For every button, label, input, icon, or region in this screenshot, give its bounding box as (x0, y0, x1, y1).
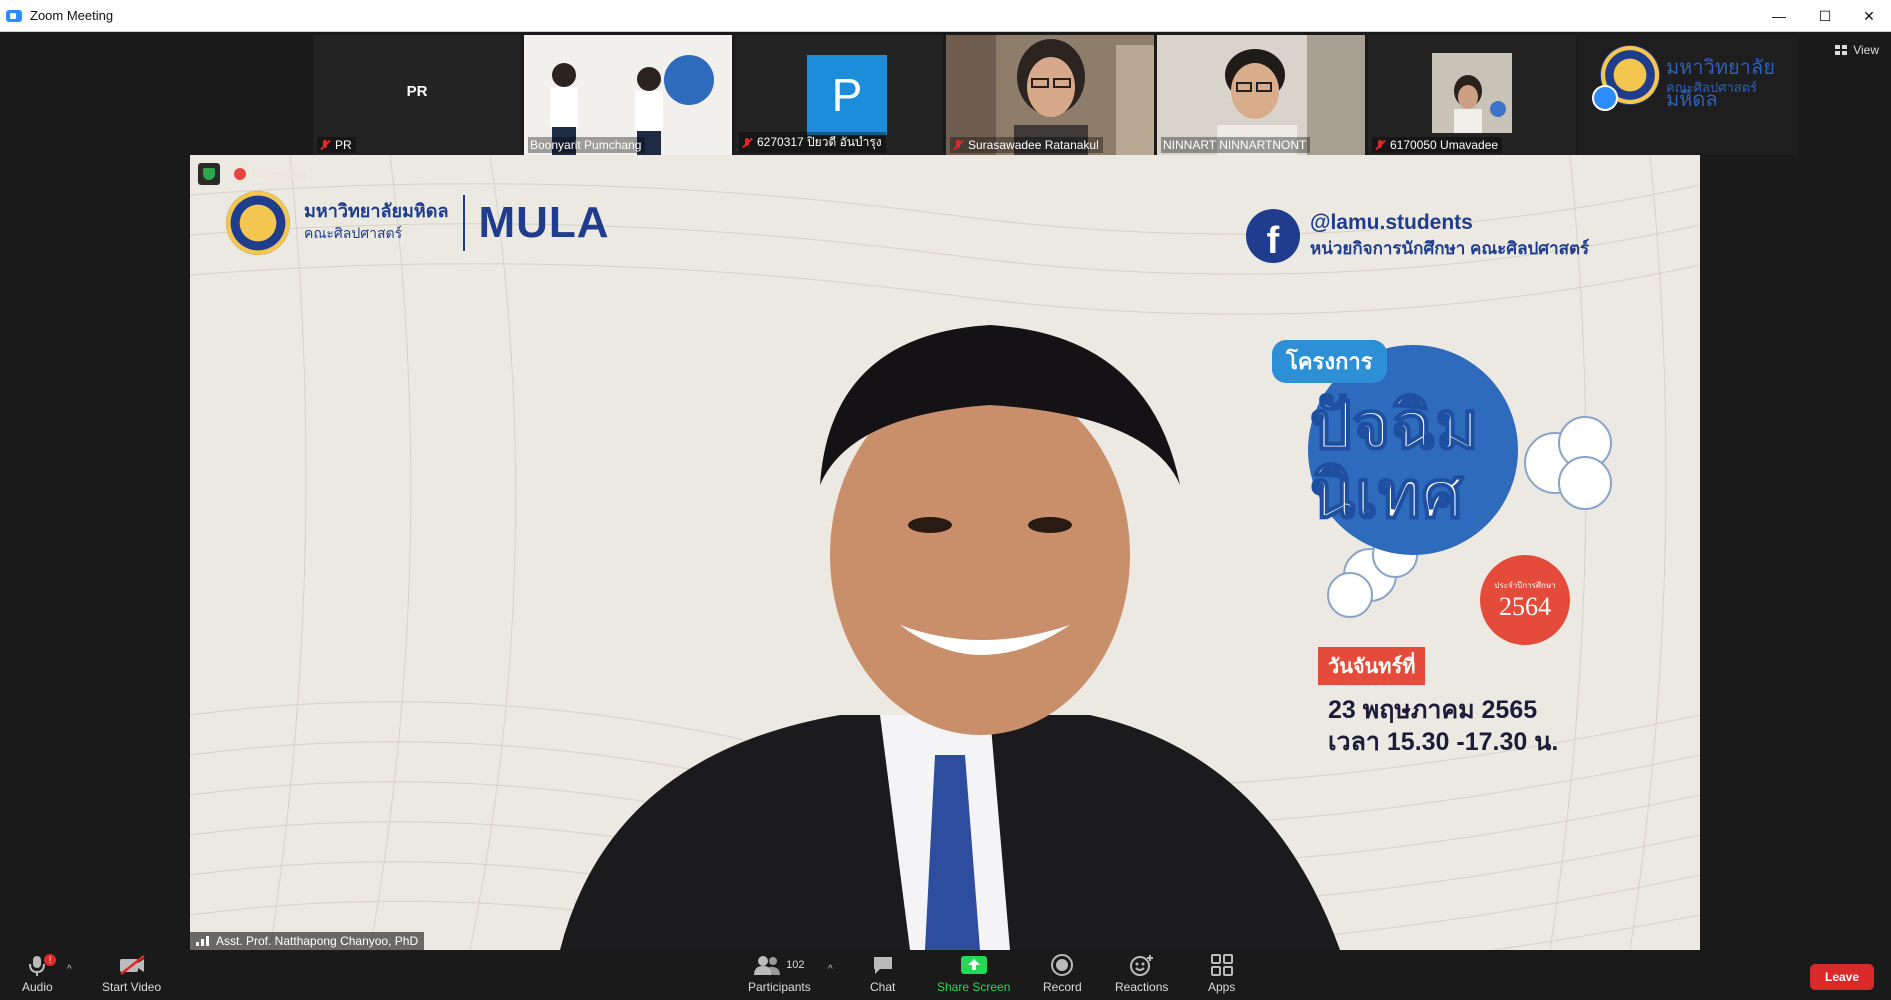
participant-tile[interactable]: NINNART NINNARTNONT (1157, 35, 1365, 155)
chat-button[interactable]: Chat (870, 954, 895, 994)
apps-button[interactable]: Apps (1208, 954, 1235, 994)
video-off-icon (118, 954, 146, 976)
start-video-label: Start Video (102, 980, 162, 994)
participants-icon: 102 (754, 954, 805, 976)
slide-logo: มหาวิทยาลัยมหิดล คณะศิลปศาสตร์ MULA (226, 191, 610, 255)
muted-mic-icon (319, 139, 331, 151)
record-icon (1051, 954, 1074, 976)
muted-mic-icon (1374, 139, 1386, 151)
participant-tile[interactable]: P 6270317 ปิยวดี อันบำรุง (735, 35, 943, 155)
facebook-icon: f (1246, 209, 1300, 263)
audio-options-caret-icon[interactable]: ^ (67, 964, 72, 975)
participant-tile[interactable]: Surasawadee Ratanakul (946, 35, 1154, 155)
participant-name-text: Boonyarit Pumchang (530, 138, 642, 152)
apps-label: Apps (1208, 980, 1236, 994)
participant-name: NINNART NINNARTNONT (1161, 137, 1311, 153)
slide-uni-name: มหาวิทยาลัยมหิดล (304, 201, 449, 222)
window-titlebar: Zoom Meeting — ☐ ✕ (0, 0, 1891, 32)
year-badge-year: 2564 (1499, 591, 1551, 621)
participant-initials: PR (406, 83, 428, 100)
event-time: เวลา 15.30 -17.30 น. (1328, 728, 1559, 756)
participant-name-text: PR (335, 138, 352, 152)
audio-label: Audio (22, 980, 53, 994)
active-speaker-video[interactable]: Recording มหาวิทยาลัยมหิดล คณะศิลปศาสตร์… (190, 155, 1700, 950)
reactions-label: Reactions (1115, 980, 1169, 994)
window-title: Zoom Meeting (30, 8, 114, 23)
project-tag: โครงการ (1272, 340, 1387, 383)
chat-icon (872, 954, 894, 976)
share-screen-icon (960, 954, 987, 976)
leave-button[interactable]: Leave (1810, 964, 1874, 990)
zoom-app-icon (6, 9, 22, 22)
meeting-toolbar: ! Audio ^ Start Video 102 Participants ^… (0, 950, 1891, 1000)
reactions-icon (1129, 954, 1154, 976)
participants-count: 102 (786, 959, 805, 971)
share-screen-button[interactable]: Share Screen (937, 954, 1010, 994)
view-button[interactable]: View (1835, 43, 1879, 57)
record-button[interactable]: Record (1043, 954, 1082, 994)
project-title: ปัจฉิมนิเทศ (1309, 388, 1480, 532)
recording-label: Recording (252, 167, 307, 181)
close-button[interactable]: ✕ (1846, 0, 1891, 32)
year-badge: ประจำปีการศึกษา 2564 (1480, 555, 1570, 645)
participant-name-text: Surasawadee Ratanakul (968, 138, 1099, 152)
participant-name: PR (317, 137, 356, 153)
facebook-unit: หน่วยกิจการนักศึกษา คณะศิลปศาสตร์ (1310, 238, 1590, 258)
participant-tile[interactable]: 6170050 Umavadee (1368, 35, 1576, 155)
slide-brand: MULA (478, 198, 610, 247)
audio-warning-badge: ! (44, 954, 56, 966)
muted-mic-icon (952, 139, 964, 151)
participant-tile[interactable]: PR PR (313, 35, 521, 155)
participant-avatar: P (807, 55, 887, 135)
share-screen-label: Share Screen (937, 980, 1011, 994)
record-dot-icon (234, 168, 246, 180)
participants-button[interactable]: 102 Participants (748, 954, 811, 994)
facebook-handle: @lamu.students (1310, 210, 1473, 234)
year-badge-caption: ประจำปีการศึกษา (1494, 580, 1556, 590)
start-video-button[interactable]: Start Video (102, 954, 161, 994)
university-seal-icon (226, 191, 290, 255)
pin-icon (1592, 85, 1618, 111)
speaker-name-label: Asst. Prof. Natthapong Chanyoo, PhD (190, 932, 425, 950)
muted-mic-icon (741, 137, 753, 149)
maximize-button[interactable]: ☐ (1802, 0, 1848, 32)
record-label: Record (1043, 980, 1082, 994)
participant-name: Surasawadee Ratanakul (950, 137, 1103, 153)
participant-name: Boonyarit Pumchang (528, 137, 646, 153)
meeting-stage: PR PR Boonyarit Pumchang P 6270317 ปิยวด… (0, 33, 1891, 1000)
grid-view-icon (1835, 45, 1848, 55)
logo-divider (462, 195, 465, 251)
gallery-strip: PR PR Boonyarit Pumchang P 6270317 ปิยวด… (313, 35, 1576, 155)
signal-bars-icon (196, 936, 209, 946)
facebook-text: @lamu.students หน่วยกิจการนักศึกษา คณะศิ… (1310, 211, 1589, 262)
minimize-button[interactable]: — (1756, 0, 1802, 32)
recording-indicator: Recording (234, 167, 307, 181)
slide-uni-text: มหาวิทยาลัยมหิดล คณะศิลปศาสตร์ (304, 201, 449, 245)
view-button-label: View (1853, 43, 1879, 57)
reactions-button[interactable]: Reactions (1115, 954, 1168, 994)
facebook-block: f @lamu.students หน่วยกิจการนักศึกษา คณะ… (1246, 209, 1589, 263)
participants-options-caret-icon[interactable]: ^ (828, 964, 833, 975)
participant-name-text: 6170050 Umavadee (1390, 138, 1499, 152)
day-label: วันจันทร์ที่ (1318, 647, 1426, 685)
selfview-faculty: คณะศิลปศาสตร์ (1666, 80, 1758, 95)
chat-label: Chat (870, 980, 896, 994)
participant-name-text: 6270317 ปิยวดี อันบำรุง (757, 135, 882, 149)
slide-background (190, 155, 1700, 950)
apps-icon (1210, 954, 1233, 976)
participant-tile[interactable]: Boonyarit Pumchang (524, 35, 732, 155)
participant-name-text: NINNART NINNARTNONT (1163, 138, 1307, 152)
participant-name: 6270317 ปิยวดี อันบำรุง (739, 132, 886, 153)
security-shield-icon[interactable] (198, 163, 220, 185)
participant-name: 6170050 Umavadee (1372, 137, 1503, 153)
speaker-name-text: Asst. Prof. Natthapong Chanyoo, PhD (216, 934, 419, 948)
slide-faculty: คณะศิลปศาสตร์ (304, 224, 403, 241)
selfview-tile[interactable]: มหาวิทยาลัยมหิดล คณะศิลปศาสตร์ (1578, 35, 1798, 155)
audio-button[interactable]: ! Audio (22, 954, 56, 994)
participants-label: Participants (748, 980, 811, 994)
